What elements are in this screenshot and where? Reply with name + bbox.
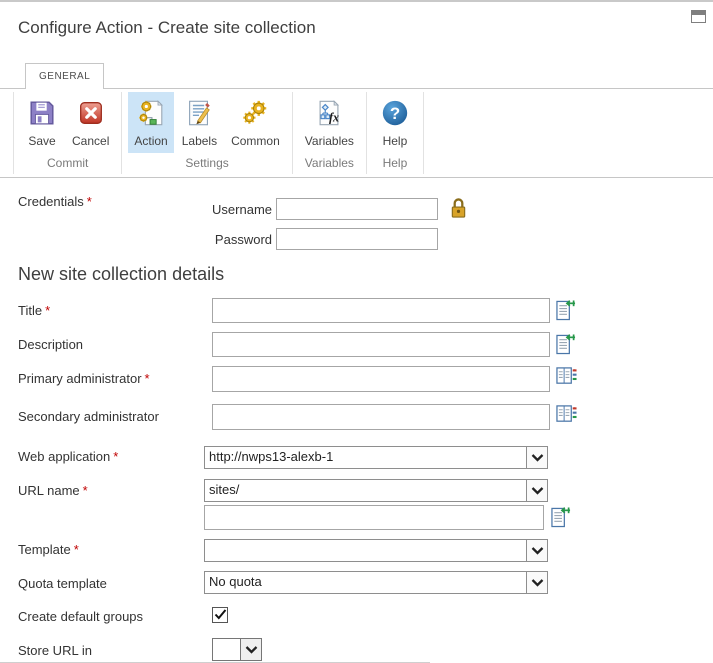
secondary-admin-input[interactable] [212, 404, 550, 430]
store-url-in-label: Store URL in [18, 643, 92, 658]
insert-reference-icon[interactable] [556, 299, 576, 321]
action-button-label: Action [134, 134, 167, 148]
address-book-icon[interactable] [556, 366, 577, 387]
primary-admin-input[interactable] [212, 366, 550, 392]
help-icon: ? [379, 97, 411, 129]
description-label: Description [18, 337, 83, 352]
template-label: Template* [18, 542, 79, 557]
url-name-label: URL name* [18, 483, 88, 498]
title-input[interactable] [212, 298, 550, 323]
password-label: Password [180, 232, 272, 247]
checkmark-icon [214, 609, 227, 621]
svg-text:fx: fx [329, 110, 339, 124]
quota-template-select[interactable]: No quota [204, 571, 548, 594]
ribbon-group-label-commit: Commit [14, 153, 121, 177]
store-url-in-select-value [213, 639, 240, 660]
create-default-groups-label: Create default groups [18, 609, 143, 624]
ribbon-group-help: ? Help Help [367, 89, 423, 177]
cancel-button-label: Cancel [72, 134, 109, 148]
save-icon [26, 97, 58, 129]
url-name-select[interactable]: sites/ [204, 479, 548, 502]
restore-icon[interactable] [691, 10, 706, 23]
common-button[interactable]: Common [225, 92, 286, 153]
quota-template-label: Quota template [18, 576, 107, 591]
save-button[interactable]: Save [20, 92, 64, 153]
svg-text:?: ? [390, 104, 400, 123]
description-input[interactable] [212, 332, 550, 357]
configure-action-dialog: Configure Action - Create site collectio… [0, 0, 713, 663]
password-input[interactable] [276, 228, 438, 250]
ribbon-group-settings: Action [122, 89, 291, 177]
ribbon: Save Cancel Commit [0, 88, 713, 178]
web-application-select[interactable]: http://nwps13-alexb-1 [204, 446, 548, 469]
ribbon-group-label-settings: Settings [122, 153, 291, 177]
insert-reference-icon[interactable] [551, 506, 571, 528]
variables-icon: fx [313, 97, 345, 129]
chevron-down-icon [526, 447, 547, 468]
labels-button-label: Labels [182, 134, 217, 148]
cancel-button[interactable]: Cancel [66, 92, 115, 153]
store-url-in-select[interactable] [212, 638, 262, 661]
web-application-select-value: http://nwps13-alexb-1 [205, 447, 526, 468]
template-select[interactable] [204, 539, 548, 562]
primary-admin-label: Primary administrator* [18, 371, 150, 386]
help-button[interactable]: ? Help [373, 92, 417, 153]
lock-icon [449, 196, 468, 220]
url-name-input[interactable] [204, 505, 544, 530]
tab-general[interactable]: GENERAL [25, 63, 104, 89]
save-button-label: Save [28, 134, 55, 148]
quota-template-select-value: No quota [205, 572, 526, 593]
variables-button-label: Variables [305, 134, 354, 148]
section-heading: New site collection details [18, 264, 224, 285]
address-book-icon[interactable] [556, 404, 577, 425]
chevron-down-icon [240, 639, 261, 660]
ribbon-group-commit: Save Cancel Commit [14, 89, 121, 177]
ribbon-group-label-variables: Variables [293, 153, 366, 177]
variables-button[interactable]: fx Variables [299, 92, 360, 153]
title-label: Title* [18, 303, 50, 318]
insert-reference-icon[interactable] [556, 333, 576, 355]
dialog-title: Configure Action - Create site collectio… [18, 18, 316, 38]
ribbon-separator [423, 92, 424, 174]
common-icon [239, 97, 271, 129]
credentials-label: Credentials* [18, 194, 92, 209]
ribbon-group-variables: fx Variables Variables [293, 89, 366, 177]
chevron-down-icon [526, 480, 547, 501]
cancel-icon [75, 97, 107, 129]
action-icon [135, 97, 167, 129]
web-application-label: Web application* [18, 449, 118, 464]
url-name-select-value: sites/ [205, 480, 526, 501]
username-label: Username [180, 202, 272, 217]
action-button[interactable]: Action [128, 92, 173, 153]
labels-icon [183, 97, 215, 129]
secondary-admin-label: Secondary administrator [18, 409, 159, 424]
template-select-value [205, 540, 526, 561]
ribbon-group-label-help: Help [367, 153, 423, 177]
labels-button[interactable]: Labels [176, 92, 223, 153]
help-button-label: Help [383, 134, 408, 148]
create-default-groups-checkbox[interactable] [212, 607, 228, 623]
chevron-down-icon [526, 572, 547, 593]
common-button-label: Common [231, 134, 280, 148]
chevron-down-icon [526, 540, 547, 561]
username-input[interactable] [276, 198, 438, 220]
